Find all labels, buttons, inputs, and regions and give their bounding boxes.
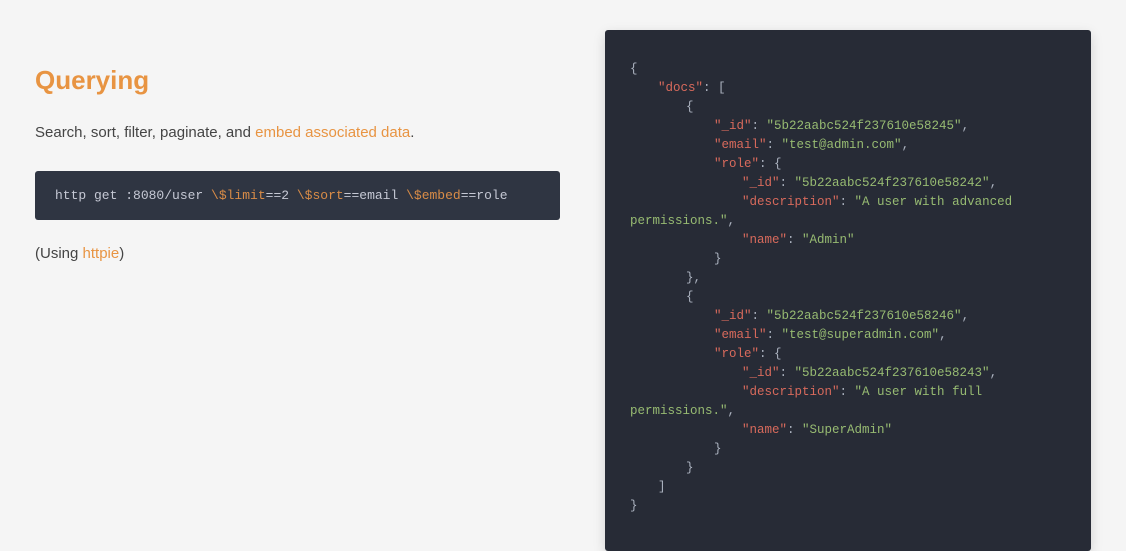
json-line: "_id": "5b22aabc524f237610e58243", (630, 364, 1066, 383)
json-pun: { (630, 62, 638, 76)
json-line: { (630, 288, 1066, 307)
json-line: "email": "test@superadmin.com", (630, 326, 1066, 345)
json-key: "_id" (714, 119, 752, 133)
json-pun: : (752, 309, 767, 323)
json-str: "5b22aabc524f237610e58242" (795, 176, 990, 190)
json-pun: , (939, 328, 947, 342)
json-pun: : (787, 423, 802, 437)
json-pun: : (780, 366, 795, 380)
json-pun: : (752, 119, 767, 133)
cmd-text: http get :8080/user (55, 188, 211, 203)
json-pun: : (767, 138, 782, 152)
json-str: "5b22aabc524f237610e58245" (767, 119, 962, 133)
json-line: "name": "SuperAdmin" (630, 421, 1066, 440)
json-str: "5b22aabc524f237610e58246" (767, 309, 962, 323)
json-line: { (630, 60, 1066, 79)
json-pun: } (714, 252, 722, 266)
json-pun: : [ (703, 81, 726, 95)
json-pun: } (714, 442, 722, 456)
json-line: "role": { (630, 345, 1066, 364)
json-str: "test@admin.com" (782, 138, 902, 152)
json-pun: , (990, 366, 998, 380)
cmd-text: ==role (461, 188, 508, 203)
json-line: { (630, 98, 1066, 117)
json-pun: , (962, 309, 970, 323)
json-pun: , (902, 138, 910, 152)
json-line: } (630, 459, 1066, 478)
json-line: }, (630, 269, 1066, 288)
json-str: "test@superadmin.com" (782, 328, 940, 342)
cmd-param: \$limit (211, 188, 266, 203)
json-line: "docs": [ (630, 79, 1066, 98)
json-pun: , (990, 176, 998, 190)
json-line: "role": { (630, 155, 1066, 174)
json-pun: : (767, 328, 782, 342)
json-pun: { (686, 100, 694, 114)
json-line: "description": "A user with full permiss… (630, 383, 1066, 421)
json-key: "description" (742, 195, 840, 209)
command-code-block: http get :8080/user \$limit==2 \$sort==e… (35, 171, 560, 220)
desc-prefix: Search, sort, filter, paginate, and (35, 124, 255, 141)
json-pun: } (686, 461, 694, 475)
json-output-block: { "docs": [ { "_id": "5b22aabc524f237610e58… (605, 30, 1091, 551)
json-line: } (630, 440, 1066, 459)
page-layout: Querying Search, sort, filter, paginate,… (35, 30, 1091, 551)
json-line: } (630, 250, 1066, 269)
json-pun: ] (658, 480, 666, 494)
json-key: "name" (742, 423, 787, 437)
right-column: { "docs": [ { "_id": "5b22aabc524f237610e58… (605, 30, 1091, 551)
json-pun: : { (759, 157, 782, 171)
json-pun: { (686, 290, 694, 304)
json-line: } (630, 497, 1066, 516)
json-key: "_id" (742, 176, 780, 190)
description-text: Search, sort, filter, paginate, and embe… (35, 124, 560, 141)
json-pun: }, (686, 271, 701, 285)
cmd-text: ==email (344, 188, 406, 203)
json-key: "name" (742, 233, 787, 247)
usage-note: (Using httpie) (35, 245, 560, 262)
desc-suffix: . (410, 124, 414, 141)
json-key: "_id" (714, 309, 752, 323)
json-key: "_id" (742, 366, 780, 380)
cmd-param: \$sort (297, 188, 344, 203)
cmd-param: \$embed (406, 188, 461, 203)
json-pun: : { (759, 347, 782, 361)
json-pun: , (728, 214, 736, 228)
cmd-text: ==2 (266, 188, 297, 203)
json-line: "description": "A user with advanced per… (630, 193, 1066, 231)
json-str: "Admin" (802, 233, 855, 247)
json-pun: : (787, 233, 802, 247)
json-pun: : (840, 385, 855, 399)
section-heading: Querying (35, 65, 560, 96)
json-line: "_id": "5b22aabc524f237610e58242", (630, 174, 1066, 193)
json-str: "5b22aabc524f237610e58243" (795, 366, 990, 380)
note-suffix: ) (119, 245, 124, 262)
json-key: "description" (742, 385, 840, 399)
json-line: "name": "Admin" (630, 231, 1066, 250)
embed-data-link[interactable]: embed associated data (255, 124, 410, 141)
json-key: "email" (714, 138, 767, 152)
json-line: "_id": "5b22aabc524f237610e58246", (630, 307, 1066, 326)
json-pun: , (962, 119, 970, 133)
note-prefix: (Using (35, 245, 83, 262)
json-line: "email": "test@admin.com", (630, 136, 1066, 155)
json-pun: , (728, 404, 736, 418)
json-line: ] (630, 478, 1066, 497)
json-key: "email" (714, 328, 767, 342)
json-str: "SuperAdmin" (802, 423, 892, 437)
json-pun: : (840, 195, 855, 209)
json-pun: : (780, 176, 795, 190)
json-key: "docs" (658, 81, 703, 95)
json-line: "_id": "5b22aabc524f237610e58245", (630, 117, 1066, 136)
json-key: "role" (714, 157, 759, 171)
json-pun: } (630, 499, 638, 513)
left-column: Querying Search, sort, filter, paginate,… (35, 30, 560, 262)
httpie-link[interactable]: httpie (83, 245, 120, 262)
json-key: "role" (714, 347, 759, 361)
